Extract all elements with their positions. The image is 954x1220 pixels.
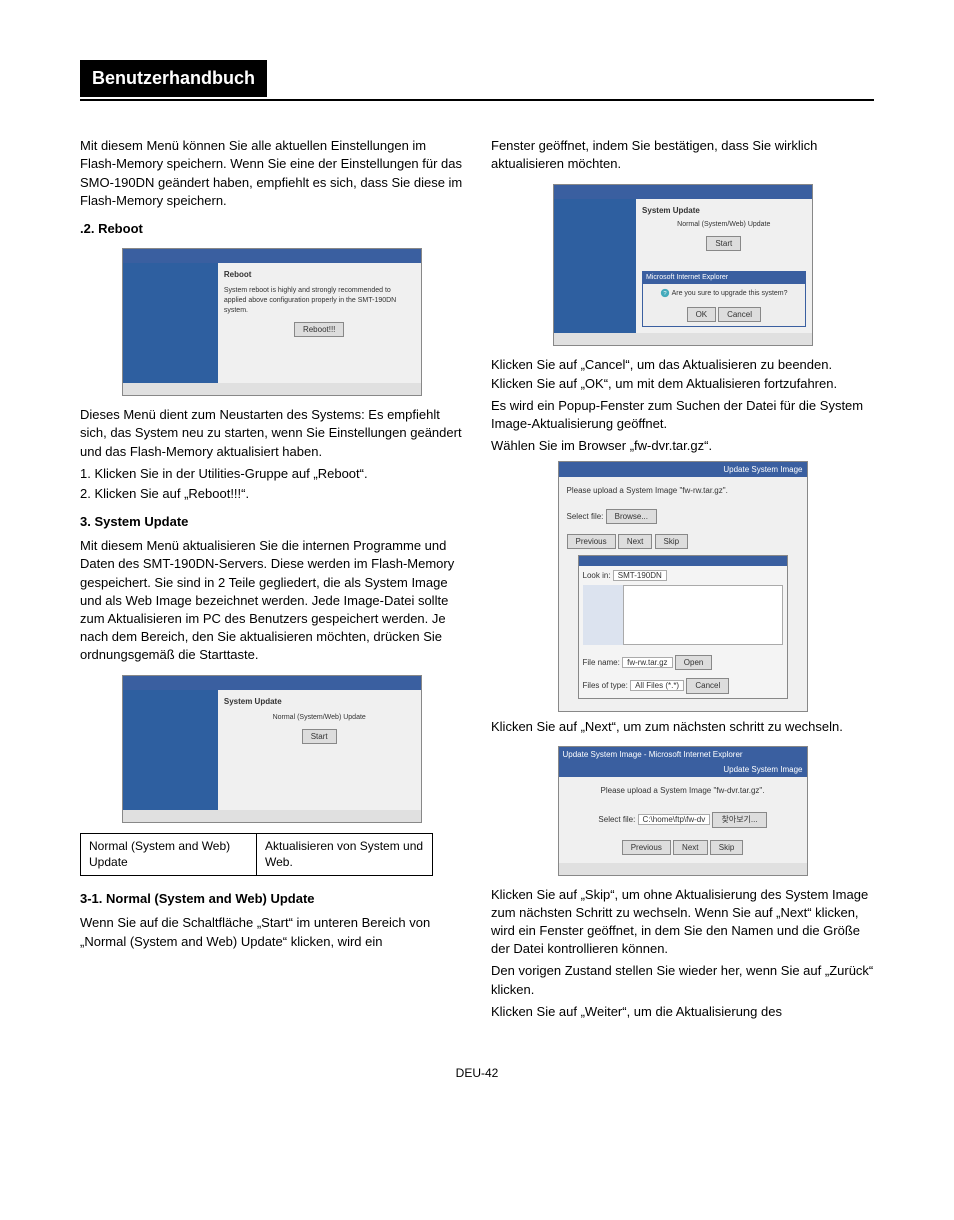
reboot-step-2: Klicken Sie auf „Reboot!!!“. xyxy=(80,485,463,503)
select-file-title: Update System Image xyxy=(559,762,807,777)
reboot-description: Dieses Menü dient zum Neustarten des Sys… xyxy=(80,406,463,461)
figure-confirm-sidebar xyxy=(554,199,637,334)
intro-paragraph: Mit diesem Menü können Sie alle aktuelle… xyxy=(80,137,463,210)
filename-label: File name: xyxy=(583,658,620,667)
confirm-popup: Microsoft Internet Explorer ? Are you su… xyxy=(642,271,805,328)
confirm-ok-button: OK xyxy=(687,307,717,322)
header-title: Benutzerhandbuch xyxy=(80,60,267,97)
file-browse-label: Select file: xyxy=(567,512,604,521)
page-number: DEU-42 xyxy=(80,1065,874,1082)
confirm-popup-title: Microsoft Internet Explorer xyxy=(643,272,804,284)
choose-file-side-icons xyxy=(583,585,623,645)
section-3-1-title: 3-1. Normal (System and Web) Update xyxy=(80,890,463,908)
update-table-right: Aktualisieren von System und Web. xyxy=(257,834,432,876)
lookin-label: Look in: xyxy=(583,571,611,580)
choose-file-titlebar xyxy=(579,556,787,566)
choose-file-cancel: Cancel xyxy=(686,678,729,693)
file-browse-body: Please upload a System Image "fw-rw.tar.… xyxy=(559,477,807,710)
left-column: Mit diesem Menü können Sie alle aktuelle… xyxy=(80,137,463,1025)
choose-file-lookin: Look in: SMT-190DN xyxy=(583,570,783,581)
figure-reboot: Reboot System reboot is highly and stron… xyxy=(122,248,422,396)
question-icon: ? xyxy=(660,288,670,298)
file-browse-button: Browse... xyxy=(606,509,657,524)
select-file-next: Next xyxy=(673,840,707,855)
choose-file-dialog: Look in: SMT-190DN File name: fw-rw.tar.… xyxy=(578,555,788,699)
skip-para: Klicken Sie auf „Skip“, um ohne Aktualis… xyxy=(491,886,874,959)
file-browse-skip: Skip xyxy=(655,534,689,549)
figure-confirm-start: Start xyxy=(706,236,741,251)
figure-reboot-content: Reboot System reboot is highly and stron… xyxy=(218,263,421,383)
filetype-value: All Files (*.*) xyxy=(630,680,684,691)
content-columns: Mit diesem Menü können Sie alle aktuelle… xyxy=(80,137,874,1025)
popup-para: Es wird ein Popup-Fenster zum Suchen der… xyxy=(491,397,874,433)
select-file-body: Please upload a System Image "fw-dvr.tar… xyxy=(559,777,807,863)
figure-reboot-text: System reboot is highly and strongly rec… xyxy=(224,286,415,315)
file-browse-title: Update System Image xyxy=(559,462,807,477)
right-column: Fenster geöffnet, indem Sie bestätigen, … xyxy=(491,137,874,1025)
cancel-para: Klicken Sie auf „Cancel“, um das Aktuali… xyxy=(491,356,874,392)
select-file-label: Select file: xyxy=(598,815,635,824)
choose-file-list xyxy=(623,585,783,645)
section-2-title: .2. Reboot xyxy=(80,220,463,238)
file-browse-previous: Previous xyxy=(567,534,616,549)
lookin-value: SMT-190DN xyxy=(613,570,667,581)
file-browse-instruction: Please upload a System Image "fw-rw.tar.… xyxy=(567,485,799,496)
header-rule xyxy=(80,99,874,101)
next-para: Klicken Sie auf „Next“, um zum nächsten … xyxy=(491,718,874,736)
update-table-left: Normal (System and Web) Update xyxy=(81,834,257,876)
browse-para: Wählen Sie im Browser „fw-dvr.tar.gz“. xyxy=(491,437,874,455)
figure-reboot-heading: Reboot xyxy=(224,269,415,280)
page-header: Benutzerhandbuch xyxy=(80,60,874,101)
reboot-step-1: Klicken Sie in der Utilities-Gruppe auf … xyxy=(80,465,463,483)
figure-update-heading: System Update xyxy=(224,696,415,707)
update-table: Normal (System and Web) Update Aktualisi… xyxy=(80,833,433,877)
figure-confirm-content: System Update Normal (System/Web) Update… xyxy=(636,199,811,334)
select-file-skip: Skip xyxy=(710,840,744,855)
figure-confirm-heading: System Update xyxy=(642,205,805,216)
figure-confirm-titlebar xyxy=(554,185,812,199)
reboot-steps: Klicken Sie in der Utilities-Gruppe auf … xyxy=(80,465,463,503)
figure-reboot-sidebar xyxy=(123,263,218,383)
figure-file-browse: Update System Image Please upload a Syst… xyxy=(558,461,808,711)
back-para: Den vorigen Zustand stellen Sie wieder h… xyxy=(491,962,874,998)
select-file-browse: 찾아보기... xyxy=(712,812,766,827)
confirm-popup-text: Are you sure to upgrade this system? xyxy=(672,289,788,296)
select-file-status xyxy=(559,863,807,875)
select-file-path: C:\home\ftp\fw-dv xyxy=(638,814,711,825)
figure-update-content: System Update Normal (System/Web) Update… xyxy=(218,690,421,810)
section-3-1-para: Wenn Sie auf die Schaltfläche „Start“ im… xyxy=(80,914,463,950)
select-file-instruction: Please upload a System Image "fw-dvr.tar… xyxy=(567,785,799,796)
confirm-cancel-button: Cancel xyxy=(718,307,761,322)
figure-select-file: Update System Image - Microsoft Internet… xyxy=(558,746,808,876)
figure-update-text: Normal (System/Web) Update xyxy=(224,713,415,723)
figure-update: System Update Normal (System/Web) Update… xyxy=(122,675,422,823)
choose-file-body: Look in: SMT-190DN File name: fw-rw.tar.… xyxy=(579,566,787,698)
figure-update-titlebar xyxy=(123,676,421,690)
continuation-para: Fenster geöffnet, indem Sie bestätigen, … xyxy=(491,137,874,173)
figure-reboot-button: Reboot!!! xyxy=(294,322,344,337)
figure-confirm-text: Normal (System/Web) Update xyxy=(642,220,805,230)
figure-confirm: System Update Normal (System/Web) Update… xyxy=(553,184,813,347)
figure-reboot-titlebar xyxy=(123,249,421,263)
file-browse-next: Next xyxy=(618,534,652,549)
select-file-previous: Previous xyxy=(622,840,671,855)
filetype-label: Files of type: xyxy=(583,681,628,690)
choose-file-open: Open xyxy=(675,655,713,670)
figure-confirm-status xyxy=(554,333,812,345)
filename-value: fw-rw.tar.gz xyxy=(622,657,672,668)
section-3-title: 3. System Update xyxy=(80,513,463,531)
figure-update-button: Start xyxy=(302,729,337,744)
weiter-para: Klicken Sie auf „Weiter“, um die Aktuali… xyxy=(491,1003,874,1021)
confirm-popup-body: ? Are you sure to upgrade this system? O… xyxy=(643,284,804,327)
figure-reboot-status xyxy=(123,383,421,395)
figure-update-sidebar xyxy=(123,690,218,810)
figure-update-status xyxy=(123,810,421,822)
select-file-window-title: Update System Image - Microsoft Internet… xyxy=(559,747,807,762)
update-description: Mit diesem Menü aktualisieren Sie die in… xyxy=(80,537,463,664)
